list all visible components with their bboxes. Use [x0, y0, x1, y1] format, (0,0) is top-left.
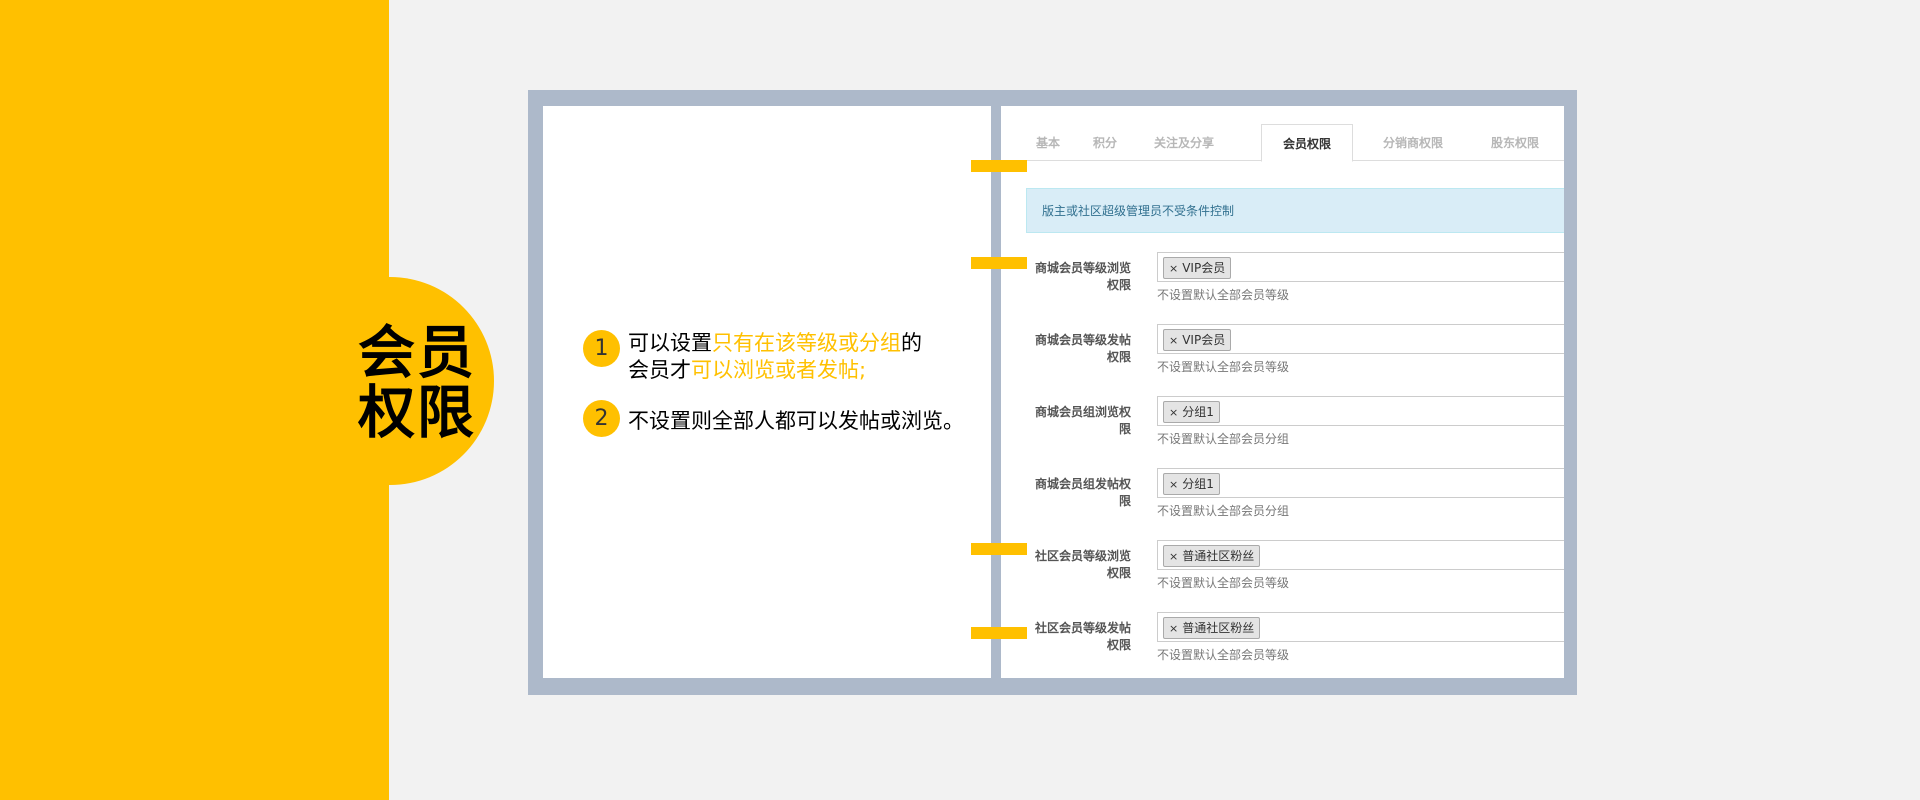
row-label-line: 商城会员等级浏览: [1034, 261, 1131, 275]
row-label: 商城会员等级浏览权限: [1029, 260, 1131, 294]
permission-row: 商城会员等级发帖权限 × VIP会员 不设置默认全部会员等级: [1001, 324, 1564, 386]
tab-shareholder-permissions[interactable]: 股东权限: [1475, 124, 1555, 160]
tag-label: 普通社区粉丝: [1182, 621, 1255, 635]
tab-member-permissions[interactable]: 会员权限: [1261, 124, 1353, 162]
multi-select-input[interactable]: × 分组1: [1157, 396, 1564, 426]
title-line-2: 权限: [358, 380, 476, 446]
row-label-line: 商城会员组浏览权: [1034, 405, 1131, 419]
row-label: 商城会员等级发帖权限: [1029, 332, 1131, 366]
step-2-text: 不设置则全部人都可以发帖或浏览。: [628, 409, 964, 433]
selected-tag: × 分组1: [1163, 401, 1220, 423]
remove-tag-icon[interactable]: ×: [1169, 262, 1178, 275]
selected-tag: × VIP会员: [1163, 329, 1232, 351]
selected-tag: × 普通社区粉丝: [1163, 617, 1261, 639]
multi-select-input[interactable]: × VIP会员: [1157, 324, 1564, 354]
tag-label: VIP会员: [1182, 261, 1226, 275]
remove-tag-icon[interactable]: ×: [1169, 334, 1178, 347]
step-1-text-part: 的: [901, 331, 922, 355]
permission-row: 商城会员等级浏览权限 × VIP会员 不设置默认全部会员等级: [1001, 252, 1564, 314]
row-hint: 不设置默认全部会员分组: [1157, 504, 1290, 518]
row-label-line: 限: [1118, 494, 1131, 508]
step-1: 1 可以设置只有在该等级或分组的 会员才可以浏览或者发帖;: [583, 330, 998, 384]
row-label-line: 权限: [1106, 278, 1131, 292]
row-hint: 不设置默认全部会员分组: [1157, 432, 1290, 446]
remove-tag-icon[interactable]: ×: [1169, 478, 1178, 491]
selected-tag: × VIP会员: [1163, 257, 1232, 279]
row-label-line: 限: [1118, 422, 1131, 436]
step-1-highlight-2: 可以浏览或者发帖;: [691, 358, 867, 382]
permission-row: 商城会员组发帖权限 × 分组1 不设置默认全部会员分组: [1001, 468, 1564, 530]
row-hint: 不设置默认全部会员等级: [1157, 648, 1290, 662]
row-label-line: 权限: [1106, 350, 1131, 364]
tab-distributor-permissions[interactable]: 分销商权限: [1368, 124, 1458, 160]
step-2-number: 2: [583, 400, 620, 437]
remove-tag-icon[interactable]: ×: [1169, 622, 1178, 635]
row-label: 商城会员组发帖权限: [1029, 476, 1131, 510]
row-hint: 不设置默认全部会员等级: [1157, 288, 1290, 302]
step-1-text: 可以设置只有在该等级或分组的 会员才可以浏览或者发帖;: [628, 330, 998, 384]
settings-screenshot: 基本 积分 关注及分享 会员权限 分销商权限 股东权限 版主或社区超级管理员不受…: [1001, 106, 1564, 678]
remove-tag-icon[interactable]: ×: [1169, 550, 1178, 563]
multi-select-input[interactable]: × VIP会员: [1157, 252, 1564, 282]
row-label-line: 权限: [1106, 566, 1131, 580]
tab-points[interactable]: 积分: [1081, 124, 1129, 160]
binder-tab-marker: [971, 257, 1027, 269]
binder-tab-marker: [971, 627, 1027, 639]
remove-tag-icon[interactable]: ×: [1169, 406, 1178, 419]
row-label-line: 商城会员组发帖权: [1034, 477, 1131, 491]
tag-label: 分组1: [1182, 405, 1214, 419]
row-label: 商城会员组浏览权限: [1029, 404, 1131, 438]
row-label: 社区会员等级浏览权限: [1029, 548, 1131, 582]
permission-row: 社区会员等级发帖权限 × 普通社区粉丝 不设置默认全部会员等级: [1001, 612, 1564, 674]
step-1-highlight-1: 只有在该等级或分组: [712, 331, 901, 355]
row-label: 社区会员等级发帖权限: [1029, 620, 1131, 654]
step-1-text-part: 可以设置: [628, 331, 712, 355]
row-label-line: 商城会员等级发帖: [1034, 333, 1131, 347]
row-hint: 不设置默认全部会员等级: [1157, 360, 1290, 374]
binder-tab-marker: [971, 543, 1027, 555]
permission-row: 社区会员等级浏览权限 × 普通社区粉丝 不设置默认全部会员等级: [1001, 540, 1564, 602]
tag-label: 普通社区粉丝: [1182, 549, 1255, 563]
row-label-line: 权限: [1106, 638, 1131, 652]
step-1-text-part: 会员才: [628, 358, 691, 382]
tab-basic[interactable]: 基本: [1024, 124, 1072, 160]
step-1-number: 1: [583, 330, 620, 367]
tag-label: VIP会员: [1182, 333, 1226, 347]
selected-tag: × 分组1: [1163, 473, 1220, 495]
multi-select-input[interactable]: × 分组1: [1157, 468, 1564, 498]
permission-row: 商城会员组浏览权限 × 分组1 不设置默认全部会员分组: [1001, 396, 1564, 458]
tab-follow-share[interactable]: 关注及分享: [1139, 124, 1229, 160]
step-2: 2 不设置则全部人都可以发帖或浏览。: [583, 400, 998, 442]
multi-select-input[interactable]: × 普通社区粉丝: [1157, 612, 1564, 642]
row-label-line: 社区会员等级发帖: [1034, 621, 1131, 635]
tab-strip: 基本 积分 关注及分享 会员权限 分销商权限 股东权限: [1011, 118, 1564, 162]
explanation-panel: [543, 106, 991, 678]
page-title: 会员 权限: [358, 323, 498, 443]
binder-tab-marker: [971, 160, 1027, 172]
tag-label: 分组1: [1182, 477, 1214, 491]
title-line-1: 会员: [358, 320, 476, 386]
multi-select-input[interactable]: × 普通社区粉丝: [1157, 540, 1564, 570]
notice-banner: 版主或社区超级管理员不受条件控制: [1026, 188, 1564, 233]
row-label-line: 社区会员等级浏览: [1034, 549, 1131, 563]
selected-tag: × 普通社区粉丝: [1163, 545, 1261, 567]
row-hint: 不设置默认全部会员等级: [1157, 576, 1290, 590]
